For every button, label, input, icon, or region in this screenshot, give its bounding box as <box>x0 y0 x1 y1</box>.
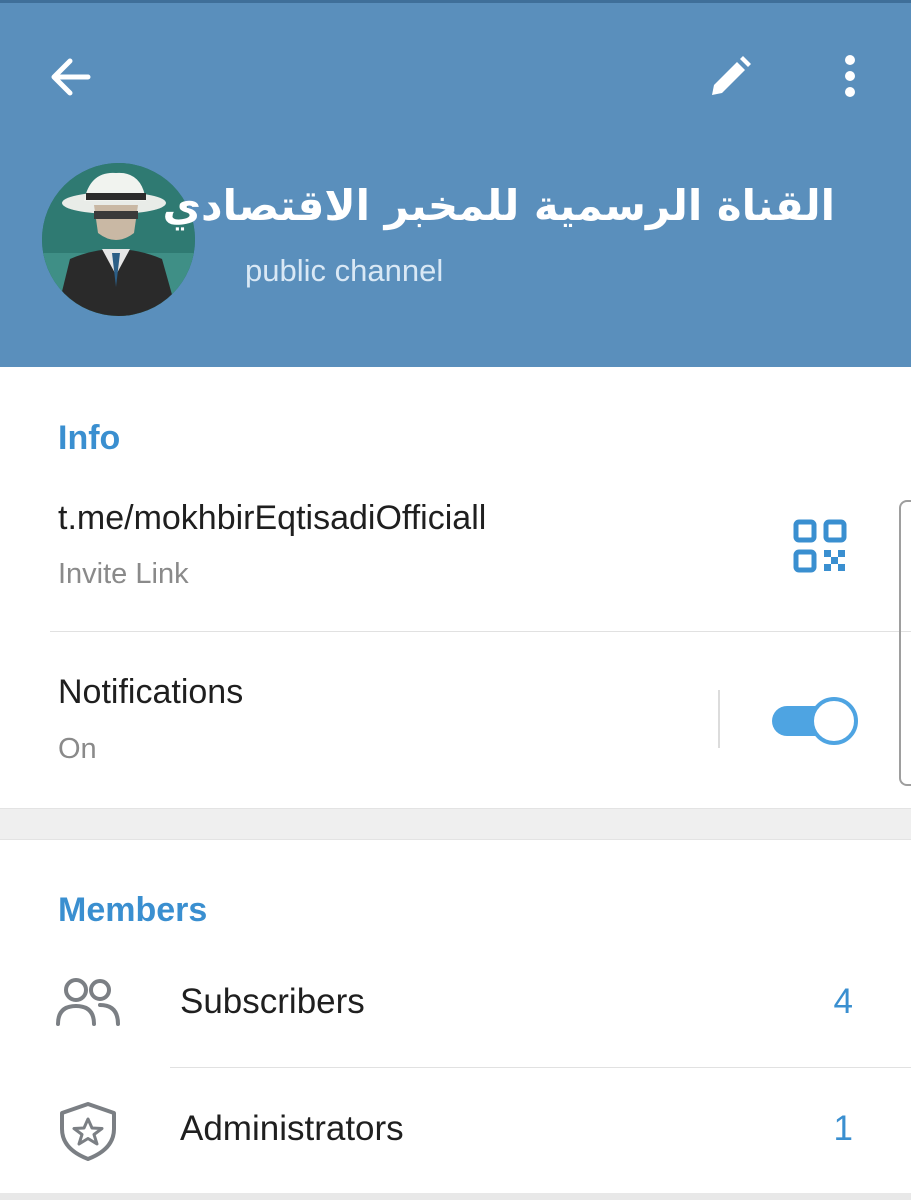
users-icon <box>56 978 120 1026</box>
edit-button[interactable] <box>694 47 766 107</box>
channel-title: القناة الرسمية للمخبر الاقتصادي <box>162 181 835 230</box>
section-gap <box>0 808 911 840</box>
administrators-label: Administrators <box>180 1109 404 1148</box>
more-options-button[interactable] <box>818 43 882 109</box>
pencil-icon <box>712 56 751 95</box>
administrators-count: 1 <box>833 1109 853 1148</box>
info-section-title: Info <box>58 419 121 457</box>
toggle-knob <box>810 697 858 745</box>
bottom-edge <box>0 1193 911 1200</box>
notifications-label[interactable]: Notifications <box>58 673 243 712</box>
subscribers-count: 4 <box>833 982 853 1021</box>
divider <box>50 631 911 632</box>
subscribers-label: Subscribers <box>180 982 365 1021</box>
notifications-toggle[interactable] <box>772 697 858 745</box>
channel-type: public channel <box>245 253 444 288</box>
members-section-title: Members <box>58 891 208 929</box>
scrollbar[interactable] <box>899 500 911 786</box>
shield-star-icon <box>60 1102 116 1161</box>
vertical-separator <box>718 690 720 748</box>
divider <box>170 1067 911 1068</box>
qr-code-button[interactable] <box>790 516 850 576</box>
qr-code-icon <box>793 519 847 573</box>
notifications-state: On <box>58 733 97 765</box>
arrow-left-icon <box>51 58 91 96</box>
back-button[interactable] <box>30 47 110 107</box>
channel-info-screen: القناة الرسمية للمخبر الاقتصادي public c… <box>0 0 911 1200</box>
subscribers-row[interactable]: Subscribers 4 <box>0 950 911 1060</box>
administrators-row[interactable]: Administrators 1 <box>0 1077 911 1187</box>
more-vertical-icon <box>845 55 855 97</box>
invite-link-label: Invite Link <box>58 558 189 590</box>
channel-header: القناة الرسمية للمخبر الاقتصادي public c… <box>0 0 911 367</box>
invite-link[interactable]: t.me/mokhbirEqtisadiOfficiall <box>58 499 486 538</box>
